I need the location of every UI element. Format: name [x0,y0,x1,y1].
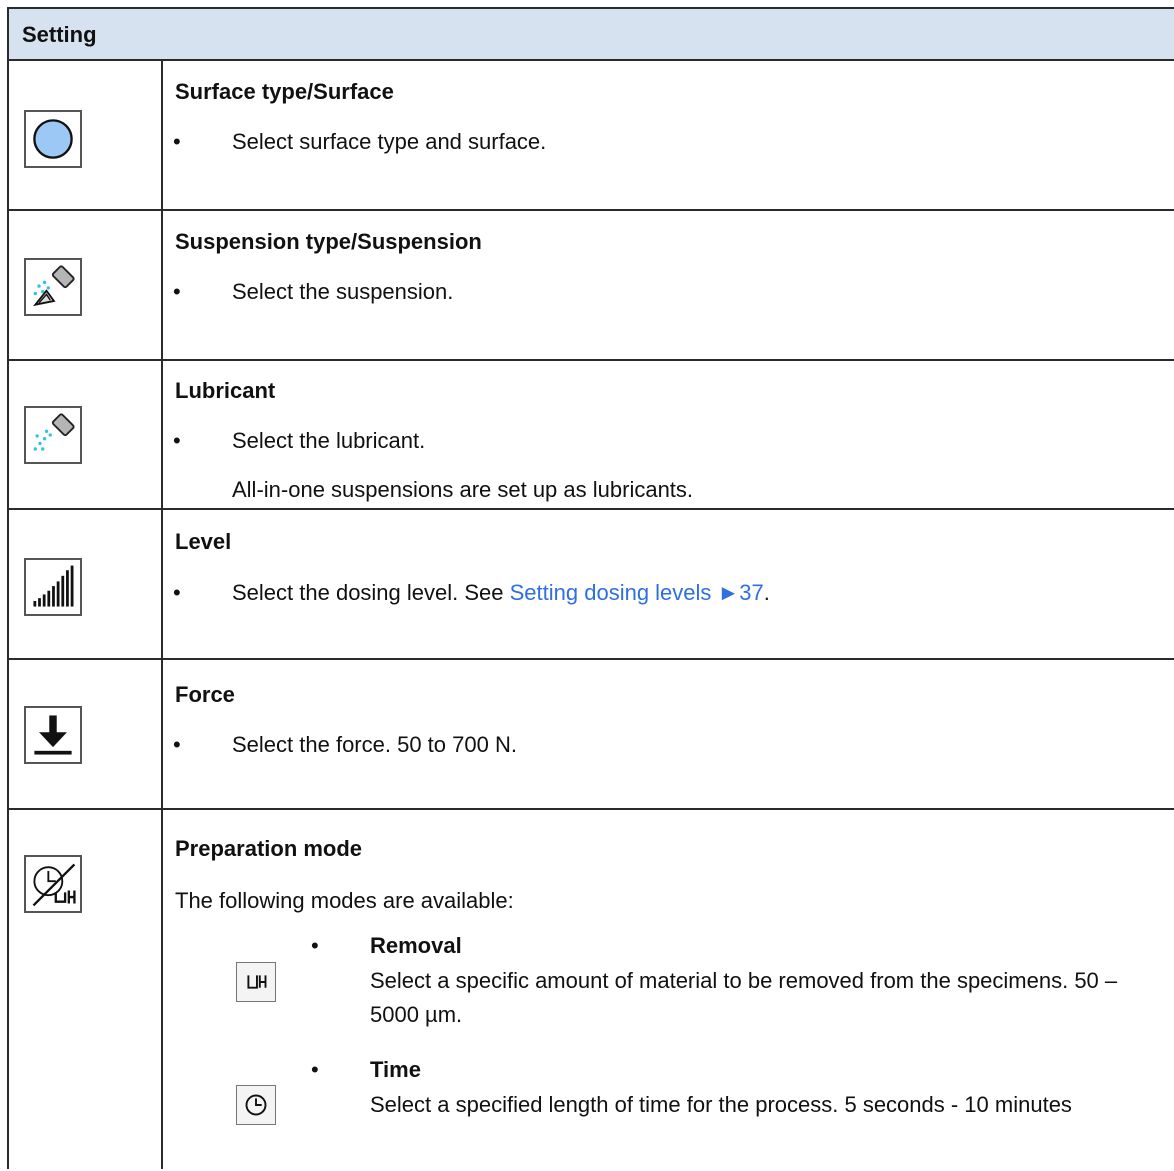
row-text-with-link: Select the dosing level. See Setting dos… [232,580,770,606]
row-title: Lubricant [175,378,276,403]
mode-title-time: Time [370,1057,421,1082]
table-row-force: Force • Select the force. 50 to 700 N. [9,660,1174,810]
clock-icon [236,1085,276,1125]
table-row-surface: Surface type/Surface • Select surface ty… [9,61,1174,211]
bullet: • [173,279,181,304]
row-note: All-in-one suspensions are set up as lub… [232,477,694,502]
row-text-end: . [763,580,770,605]
row-text: Select the lubricant. [232,428,426,453]
lubricant-spray-icon [24,406,82,464]
row-title: Suspension type/Suspension [175,229,482,254]
bullet: • [311,1057,319,1082]
table-row-level: Level • Select the dosing level. See Set… [9,510,1174,660]
removal-icon [236,962,276,1002]
table-row-suspension: Suspension type/Suspension • Select the … [9,211,1174,361]
row-title: Surface type/Surface [175,79,394,104]
settings-table: Setting Surface type/Surface • Select su… [7,7,1174,1169]
bullet: • [311,933,319,958]
setting-dosing-levels-link[interactable]: Setting dosing levels ►37 [510,580,764,605]
header-title: Setting [22,22,97,47]
mode-title-removal: Removal [370,933,462,958]
circle-surface-icon [24,110,82,168]
mode-text-time: Select a specified length of time for th… [370,1092,1072,1117]
row-text: Select the dosing level. See [232,580,510,605]
row-text: Select surface type and surface. [232,129,547,154]
row-title: Force [175,682,235,707]
suspension-spray-icon [24,258,82,316]
bullet: • [173,428,181,453]
bullet: • [173,129,181,154]
modes-intro: The following modes are available: [175,888,514,913]
force-down-arrow-icon [24,706,82,764]
table-row-lubricant: Lubricant • Select the lubricant. All-in… [9,361,1174,510]
mode-text-removal: Select a specific amount of material to … [370,968,1118,1027]
table-header: Setting [9,9,1174,61]
row-title: Level [175,529,232,554]
bullet: • [173,580,181,605]
row-text: Select the force. 50 to 700 N. [232,732,517,757]
level-bars-icon [24,558,82,616]
preparation-mode-icon [24,855,82,913]
row-text: Select the suspension. [232,279,454,304]
row-title: Preparation mode [175,836,363,861]
table-row-preparation-mode: Preparation mode The following modes are… [9,810,1174,1171]
bullet: • [173,732,181,757]
